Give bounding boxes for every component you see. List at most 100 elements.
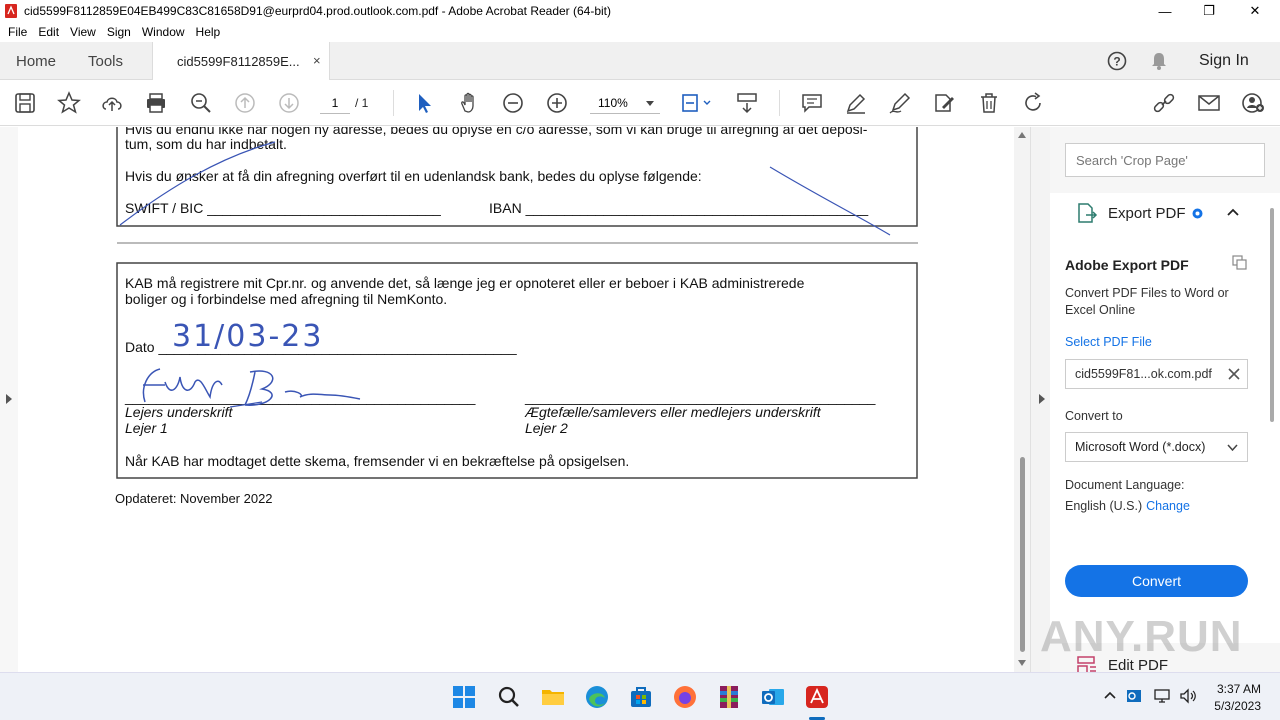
tab-bar: Home Tools cid5599F8112859E... × ? Sign …: [0, 42, 1280, 80]
export-pdf-section: Adobe Export PDF Convert PDF Files to Wo…: [1050, 233, 1280, 643]
chevron-up-icon[interactable]: [1104, 691, 1116, 699]
clear-file-icon[interactable]: [1228, 368, 1240, 380]
scroll-up-icon[interactable]: [1017, 131, 1027, 139]
scroll-mode-icon[interactable]: [735, 91, 759, 115]
edit-document-icon[interactable]: [932, 91, 956, 115]
selected-file-field[interactable]: cid5599F81...ok.com.pdf: [1065, 359, 1248, 389]
acrobat-taskbar-icon[interactable]: [803, 683, 831, 711]
tools-panel: Search 'Crop Page' Export PDF Adobe Expo…: [1050, 127, 1280, 672]
rotate-icon[interactable]: [1021, 91, 1045, 115]
fit-page-icon[interactable]: [680, 91, 714, 115]
menu-window[interactable]: Window: [142, 25, 185, 39]
email-icon[interactable]: [1197, 91, 1221, 115]
document-language: English (U.S.) Change: [1065, 499, 1190, 513]
selected-file-name: cid5599F81...ok.com.pdf: [1075, 367, 1212, 381]
tab-document-label: cid5599F8112859E...: [177, 54, 300, 69]
export-heading: Adobe Export PDF: [1065, 257, 1189, 273]
winrar-icon[interactable]: [715, 683, 743, 711]
star-icon[interactable]: [57, 91, 81, 115]
convert-to-label: Convert to: [1065, 409, 1123, 423]
format-value: Microsoft Word (*.docx): [1075, 440, 1206, 454]
outlook-icon[interactable]: [759, 683, 787, 711]
save-icon[interactable]: [13, 91, 37, 115]
file-explorer-icon[interactable]: [539, 683, 567, 711]
chevron-down-icon: [646, 101, 654, 106]
print-icon[interactable]: [144, 91, 168, 115]
premium-badge-icon: [1192, 208, 1203, 219]
format-select[interactable]: Microsoft Word (*.docx): [1065, 432, 1248, 462]
scroll-down-icon[interactable]: [1017, 659, 1027, 667]
export-pdf-header[interactable]: Export PDF: [1050, 193, 1280, 233]
tab-document[interactable]: cid5599F8112859E... ×: [152, 42, 330, 80]
menu-view[interactable]: View: [70, 25, 96, 39]
panel-scrollbar-thumb[interactable]: [1270, 208, 1274, 422]
document-viewport[interactable]: Hvis du endnu ikke har nogen ny adresse,…: [0, 127, 1030, 672]
maximize-button[interactable]: ❐: [1186, 0, 1232, 22]
select-pdf-file-link[interactable]: Select PDF File: [1065, 335, 1152, 349]
upload-icon[interactable]: [100, 91, 124, 115]
copy-icon[interactable]: [1232, 255, 1248, 271]
watermark-logo: ANY.RUN: [1040, 612, 1243, 661]
select-cursor-icon[interactable]: [413, 91, 437, 115]
clock-time: 3:37 AM: [1216, 682, 1261, 696]
document-scrollbar-thumb[interactable]: [1020, 457, 1025, 652]
convert-button[interactable]: Convert: [1065, 565, 1248, 597]
export-description: Convert PDF Files to Word or Excel Onlin…: [1065, 286, 1229, 317]
share-link-icon[interactable]: [1152, 91, 1176, 115]
comment-icon[interactable]: [800, 91, 824, 115]
zoom-out-icon[interactable]: [501, 91, 525, 115]
minimize-button[interactable]: —: [1142, 0, 1188, 22]
zoom-select[interactable]: 110%: [590, 92, 660, 114]
add-user-icon[interactable]: [1241, 91, 1265, 115]
close-tab-icon[interactable]: ×: [313, 53, 321, 68]
clock-date: 5/3/2023: [1214, 699, 1261, 713]
close-window-button[interactable]: ✕: [1232, 0, 1278, 22]
svg-text:?: ?: [1113, 55, 1120, 69]
menu-edit[interactable]: Edit: [38, 25, 59, 39]
right-panel-toggle-gutter: [1030, 127, 1050, 672]
document-language-value: English (U.S.): [1065, 499, 1143, 513]
tab-tools[interactable]: Tools: [88, 53, 123, 70]
search-icon[interactable]: [495, 683, 523, 711]
next-page-icon[interactable]: [277, 91, 301, 115]
toolbar: 1 / 1 110%: [0, 80, 1280, 126]
windows-start-icon[interactable]: [450, 683, 478, 711]
zoom-value: 110%: [598, 96, 628, 110]
page-total: / 1: [355, 96, 369, 110]
sign-in-link[interactable]: Sign In: [1199, 52, 1249, 70]
menu-file[interactable]: File: [8, 25, 27, 39]
collapse-right-panel-icon[interactable]: [1038, 393, 1046, 405]
left-gutter: [0, 127, 18, 672]
document-scrollbar[interactable]: [1014, 127, 1030, 672]
expand-left-panel-icon[interactable]: [5, 393, 13, 405]
chevron-up-icon[interactable]: [1227, 208, 1239, 216]
store-icon[interactable]: [627, 683, 655, 711]
sign-pen-icon[interactable]: [888, 91, 912, 115]
firefox-icon[interactable]: [671, 683, 699, 711]
system-clock[interactable]: 3:37 AM 5/3/2023: [1205, 681, 1261, 715]
help-icon[interactable]: ?: [1107, 51, 1127, 71]
tool-search-input[interactable]: Search 'Crop Page': [1065, 143, 1265, 177]
previous-page-icon[interactable]: [233, 91, 257, 115]
highlight-pen-icon[interactable]: [844, 91, 868, 115]
menu-sign[interactable]: Sign: [107, 25, 131, 39]
export-pdf-icon: [1078, 203, 1098, 223]
change-language-link[interactable]: Change: [1146, 499, 1190, 513]
network-icon[interactable]: [1154, 688, 1170, 704]
zoom-search-icon[interactable]: [189, 91, 213, 115]
menu-help[interactable]: Help: [196, 25, 221, 39]
trash-icon[interactable]: [977, 91, 1001, 115]
acrobat-app-icon: [5, 4, 17, 18]
chevron-down-icon: [1227, 444, 1238, 451]
edge-browser-icon[interactable]: [583, 683, 611, 711]
toolbar-divider: [779, 90, 780, 116]
page-number-input[interactable]: 1: [320, 92, 350, 114]
notifications-bell-icon[interactable]: [1150, 51, 1168, 71]
tab-home[interactable]: Home: [16, 53, 56, 70]
zoom-in-icon[interactable]: [545, 91, 569, 115]
panel-scrollbar[interactable]: [1266, 192, 1280, 672]
volume-icon[interactable]: [1179, 688, 1197, 704]
menu-bar: File Edit View Sign Window Help: [0, 22, 1280, 42]
outlook-tray-icon[interactable]: [1126, 688, 1142, 704]
hand-tool-icon[interactable]: [457, 91, 481, 115]
